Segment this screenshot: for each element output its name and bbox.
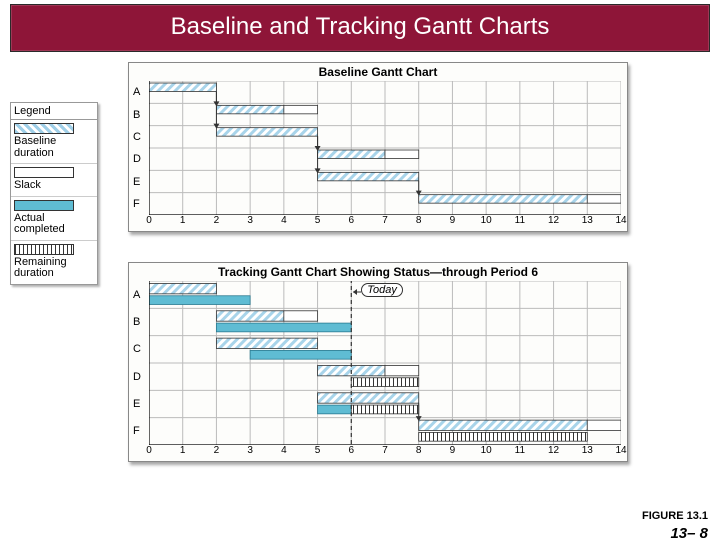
x-tick-label: 3 bbox=[247, 445, 253, 456]
legend-item-label: Remaining duration bbox=[14, 257, 94, 280]
x-tick-label: 5 bbox=[315, 445, 321, 456]
x-tick-label: 6 bbox=[349, 215, 355, 226]
baseline-gantt-title: Baseline Gantt Chart bbox=[129, 63, 627, 79]
x-tick-label: 13 bbox=[582, 215, 593, 226]
task-label: E bbox=[133, 176, 140, 188]
x-tick-label: 9 bbox=[450, 445, 456, 456]
x-tick-label: 1 bbox=[180, 215, 186, 226]
gantt-bar bbox=[284, 311, 318, 321]
x-tick-label: 1 bbox=[180, 445, 186, 456]
gantt-svg bbox=[149, 281, 621, 445]
tracking-gantt-panel: Tracking Gantt Chart Showing Status—thro… bbox=[128, 262, 628, 462]
task-label: F bbox=[133, 425, 140, 437]
gantt-bar bbox=[149, 296, 250, 305]
gantt-bar bbox=[351, 378, 418, 387]
baseline-gantt-panel: Baseline Gantt Chart 0123456789101112131… bbox=[128, 62, 628, 232]
gantt-bar bbox=[216, 311, 283, 321]
x-tick-label: 0 bbox=[146, 215, 152, 226]
x-tick-label: 10 bbox=[481, 445, 492, 456]
task-label: D bbox=[133, 371, 141, 383]
tracking-gantt-title: Tracking Gantt Chart Showing Status—thro… bbox=[129, 263, 627, 279]
gantt-bar bbox=[284, 105, 318, 113]
gantt-bar bbox=[216, 128, 317, 136]
x-tick-label: 11 bbox=[515, 445, 525, 456]
legend-item: Baseline duration bbox=[11, 120, 97, 164]
x-tick-label: 10 bbox=[481, 215, 492, 226]
gantt-bar bbox=[250, 350, 351, 359]
x-tick-label: 8 bbox=[416, 215, 422, 226]
slide-content: Legend Baseline duration Slack Actual co… bbox=[10, 62, 710, 492]
gantt-bar bbox=[351, 405, 418, 414]
legend-box: Legend Baseline duration Slack Actual co… bbox=[10, 102, 98, 285]
x-tick-label: 3 bbox=[247, 215, 253, 226]
gantt-bar bbox=[587, 195, 621, 203]
page-number: 13– 8 bbox=[670, 525, 708, 542]
x-tick-label: 9 bbox=[450, 215, 456, 226]
figure-label: FIGURE 13.1 bbox=[642, 510, 708, 522]
task-label: B bbox=[133, 109, 140, 121]
legend-swatch-icon bbox=[14, 200, 74, 211]
gantt-bar bbox=[385, 150, 419, 158]
gantt-bar bbox=[216, 338, 317, 348]
task-label: F bbox=[133, 198, 140, 210]
gantt-bar bbox=[419, 195, 588, 203]
task-label: B bbox=[133, 316, 140, 328]
gantt-bar bbox=[318, 405, 352, 414]
gantt-bar bbox=[216, 105, 283, 113]
task-label: A bbox=[133, 86, 140, 98]
legend-item: Actual completed bbox=[11, 197, 97, 241]
x-tick-label: 7 bbox=[382, 215, 388, 226]
slide-title-bar: Baseline and Tracking Gantt Charts bbox=[10, 4, 710, 52]
x-tick-label: 12 bbox=[548, 215, 559, 226]
x-tick-label: 5 bbox=[315, 215, 321, 226]
x-tick-label: 11 bbox=[515, 215, 525, 226]
gantt-bar bbox=[419, 432, 588, 441]
gantt-bar bbox=[385, 365, 419, 375]
today-label: Today bbox=[361, 283, 403, 297]
slide-title: Baseline and Tracking Gantt Charts bbox=[171, 13, 550, 40]
gantt-bar bbox=[149, 83, 216, 91]
x-tick-label: 2 bbox=[214, 215, 220, 226]
legend-swatch-icon bbox=[14, 167, 74, 178]
task-label: E bbox=[133, 398, 140, 410]
task-label: C bbox=[133, 343, 141, 355]
x-tick-label: 0 bbox=[146, 445, 152, 456]
task-label: D bbox=[133, 153, 141, 165]
gantt-bar bbox=[318, 150, 385, 158]
tracking-gantt-plot bbox=[149, 281, 621, 445]
legend-header: Legend bbox=[11, 103, 97, 120]
gantt-bar bbox=[216, 323, 351, 332]
gantt-bar bbox=[318, 393, 419, 403]
legend-item-label: Actual completed bbox=[14, 213, 94, 236]
x-tick-label: 4 bbox=[281, 215, 287, 226]
baseline-x-axis: 01234567891011121314 bbox=[149, 215, 621, 229]
legend-item: Remaining duration bbox=[11, 241, 97, 284]
x-tick-label: 12 bbox=[548, 445, 559, 456]
tracking-x-axis: 01234567891011121314 bbox=[149, 445, 621, 459]
gantt-bar bbox=[149, 283, 216, 293]
legend-item-label: Slack bbox=[14, 180, 94, 192]
x-tick-label: 14 bbox=[615, 215, 626, 226]
x-tick-label: 7 bbox=[382, 445, 388, 456]
x-tick-label: 4 bbox=[281, 445, 287, 456]
x-tick-label: 8 bbox=[416, 445, 422, 456]
gantt-bar bbox=[318, 172, 419, 180]
x-tick-label: 13 bbox=[582, 445, 593, 456]
baseline-gantt-plot bbox=[149, 81, 621, 215]
legend-swatch-icon bbox=[14, 244, 74, 255]
task-label: C bbox=[133, 131, 141, 143]
legend-swatch-icon bbox=[14, 123, 74, 134]
legend-item-label: Baseline duration bbox=[14, 136, 94, 159]
task-label: A bbox=[133, 289, 140, 301]
x-tick-label: 14 bbox=[615, 445, 626, 456]
gantt-bar bbox=[587, 420, 621, 430]
gantt-svg bbox=[149, 81, 621, 215]
x-tick-label: 6 bbox=[349, 445, 355, 456]
legend-item: Slack bbox=[11, 164, 97, 197]
gantt-bar bbox=[419, 420, 588, 430]
x-tick-label: 2 bbox=[214, 445, 220, 456]
